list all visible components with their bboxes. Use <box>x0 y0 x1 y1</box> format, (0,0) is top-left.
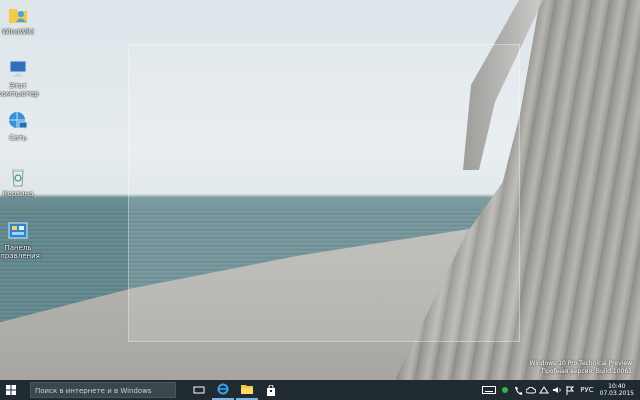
touch-keyboard-button[interactable] <box>480 380 498 400</box>
green-app-icon <box>501 387 508 393</box>
taskbar: Поиск в интернете и в Windows РУС 10:40 … <box>0 380 640 400</box>
desktop: WinoWiki Этот компьютер Сеть Корзина Пан… <box>0 0 640 380</box>
desktop-icon-label: WinoWiki <box>1 28 35 36</box>
desktop-icon-this-pc[interactable]: Этот компьютер <box>0 58 44 98</box>
keyboard-icon <box>482 386 497 394</box>
desktop-icon-control-panel[interactable]: Панель управления <box>0 220 44 260</box>
taskbar-file-explorer[interactable] <box>236 380 258 400</box>
desktop-icon-label: Этот компьютер <box>0 82 39 98</box>
language-indicator[interactable]: РУС <box>576 386 597 394</box>
action-center-flag-icon <box>566 385 574 395</box>
windows-logo-icon <box>6 385 16 395</box>
tray-volume-button[interactable] <box>550 380 563 400</box>
store-bag-icon <box>267 384 275 396</box>
recycle-bin-icon <box>12 169 24 187</box>
computer-icon <box>9 60 27 77</box>
tray-cloud-button[interactable] <box>524 380 537 400</box>
taskbar-search-box[interactable]: Поиск в интернете и в Windows <box>30 382 176 398</box>
desktop-icon-network[interactable]: Сеть <box>0 110 44 142</box>
taskbar-internet-explorer[interactable] <box>212 380 234 400</box>
task-view-button[interactable] <box>188 380 210 400</box>
network-signal-icon <box>538 386 549 394</box>
phone-icon <box>514 386 522 395</box>
desktop-icon-label: Сеть <box>9 134 27 142</box>
desktop-icon-recycle-bin[interactable]: Корзина <box>0 166 44 198</box>
tray-app-button[interactable] <box>498 380 511 400</box>
task-view-icon <box>193 386 205 394</box>
clock-time: 10:40 <box>608 383 626 390</box>
watermark-line-1: Windows 10 Pro Technical Preview <box>529 360 632 367</box>
speaker-icon <box>552 387 561 393</box>
tray-phone-button[interactable] <box>511 380 524 400</box>
system-tray: РУС 10:40 07.03.2015 <box>480 380 640 400</box>
watermark-line-2: Пробная версия. Build 10061 <box>541 368 632 375</box>
cloud-icon <box>525 386 536 393</box>
taskbar-clock[interactable]: 10:40 07.03.2015 <box>598 383 640 397</box>
internet-explorer-icon <box>217 383 229 395</box>
start-button[interactable] <box>0 380 22 400</box>
desktop-icon-label: Корзина <box>2 190 34 198</box>
tray-network-button[interactable] <box>537 380 550 400</box>
user-folder-icon <box>9 9 27 23</box>
taskbar-store[interactable] <box>260 380 282 400</box>
windows-watermark: Windows 10 Pro Technical Preview Пробная… <box>530 360 632 376</box>
desktop-icon-user-folder[interactable]: WinoWiki <box>0 4 44 36</box>
transparent-window-outline <box>128 44 520 342</box>
file-explorer-icon <box>241 385 253 394</box>
network-icon <box>9 112 28 129</box>
clock-date: 07.03.2015 <box>599 390 634 397</box>
desktop-icon-label: Панель управления <box>0 244 40 260</box>
tray-flag-button[interactable] <box>563 380 576 400</box>
control-panel-icon <box>8 222 28 239</box>
